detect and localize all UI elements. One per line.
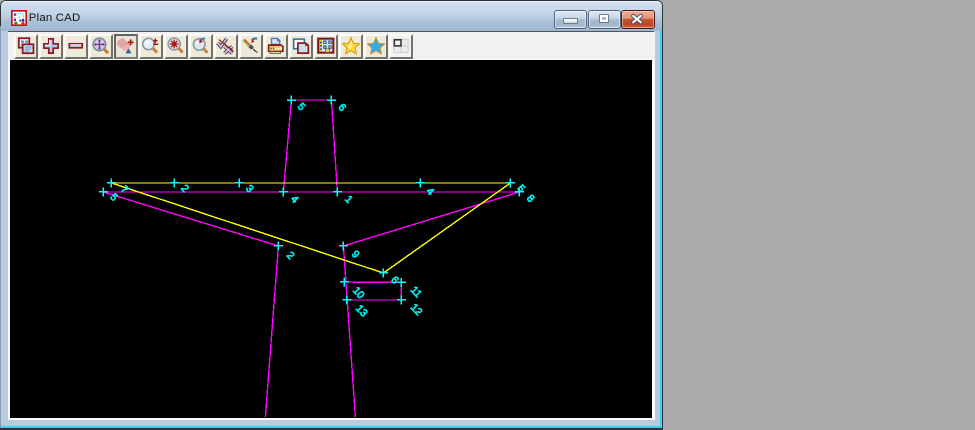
svg-text:2: 2 bbox=[178, 183, 190, 195]
svg-text:4: 4 bbox=[288, 194, 300, 206]
svg-text:12: 12 bbox=[407, 302, 423, 318]
svg-text:9: 9 bbox=[348, 249, 360, 261]
svg-text:8: 8 bbox=[524, 193, 536, 205]
svg-text:11: 11 bbox=[407, 285, 423, 301]
svg-text:13: 13 bbox=[353, 303, 369, 319]
svg-text:3: 3 bbox=[243, 183, 255, 195]
svg-text:6: 6 bbox=[335, 102, 347, 114]
svg-text:10: 10 bbox=[350, 285, 366, 301]
svg-text:6: 6 bbox=[388, 275, 400, 287]
svg-text:2: 2 bbox=[283, 250, 295, 262]
svg-text:1: 1 bbox=[342, 194, 354, 206]
svg-text:5: 5 bbox=[294, 101, 306, 113]
